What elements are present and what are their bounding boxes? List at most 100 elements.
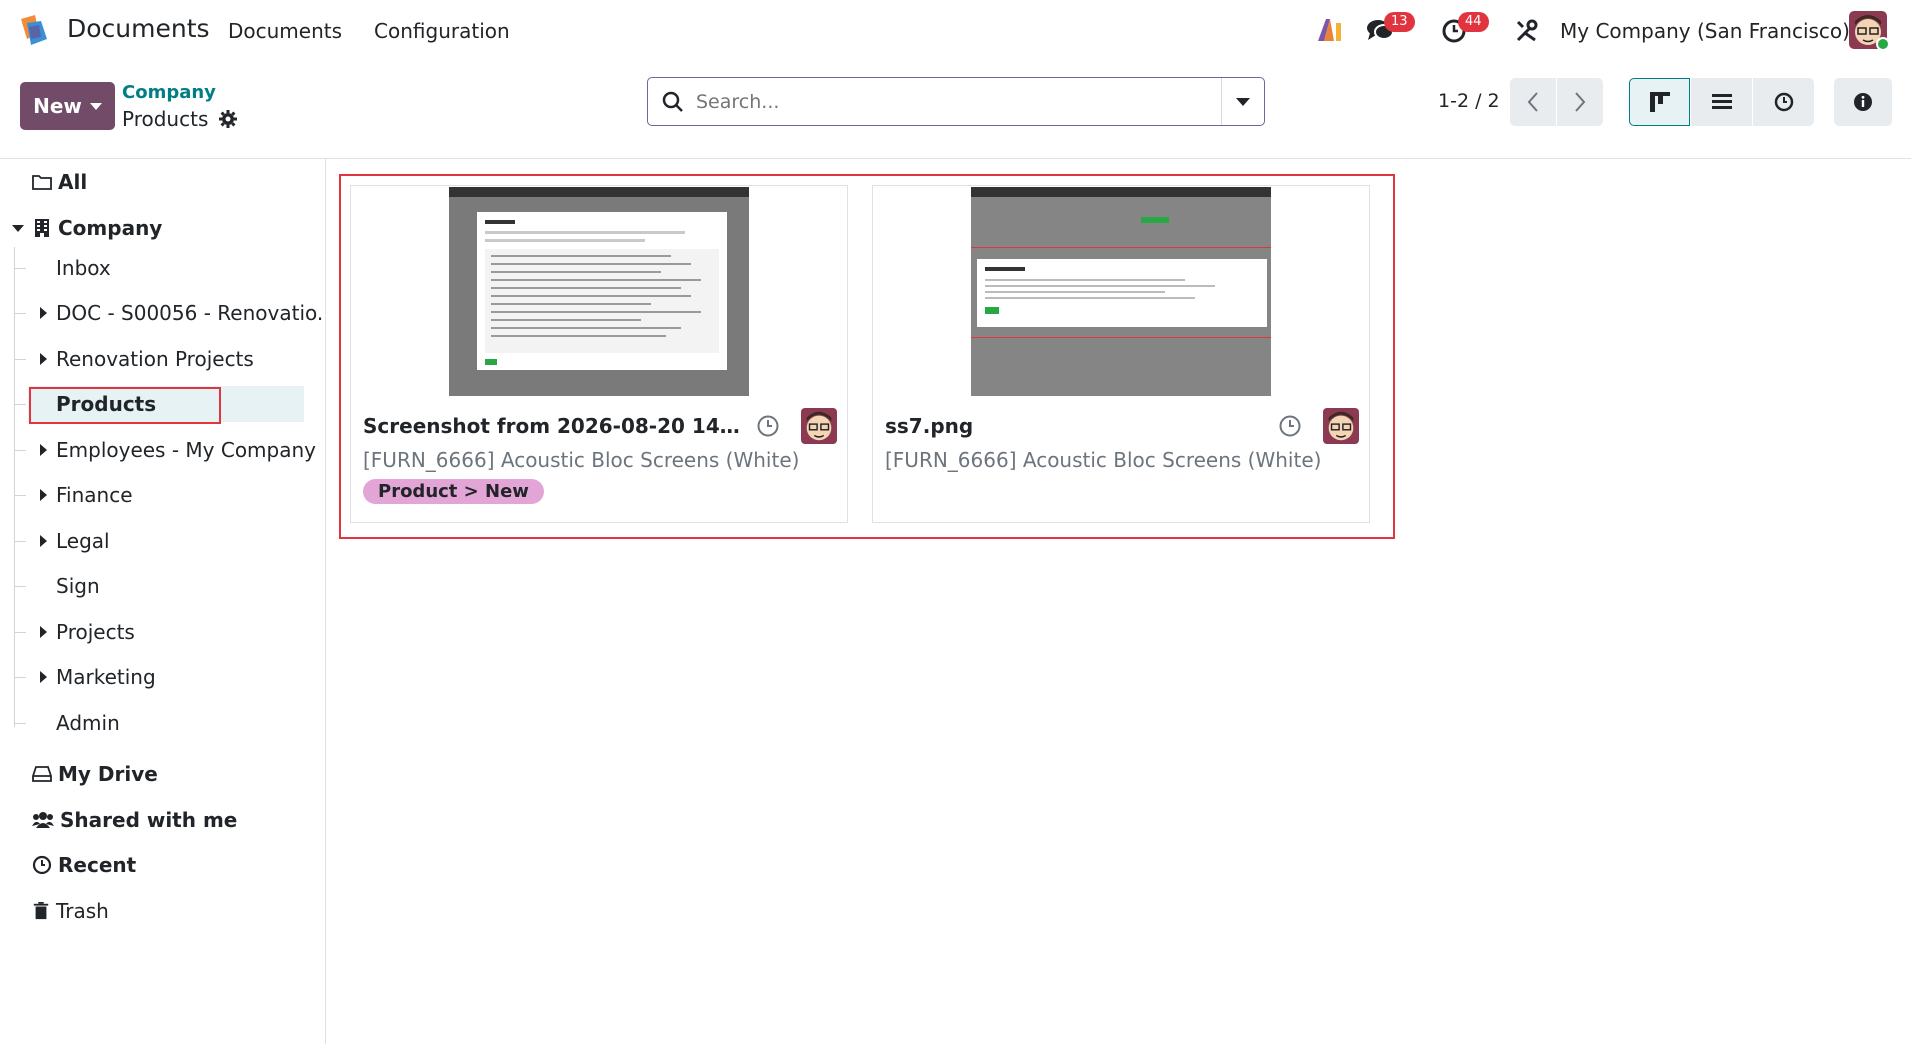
- messages-badge: 13: [1384, 12, 1415, 32]
- folder-company-label: Company: [58, 216, 163, 240]
- folder-label: Trash: [56, 899, 109, 923]
- document-tag[interactable]: Product > New: [363, 479, 544, 504]
- folder-renovation-projects[interactable]: Renovation Projects: [40, 347, 254, 371]
- tree-tick: [14, 723, 26, 724]
- folder-projects[interactable]: Projects: [40, 620, 135, 644]
- main-menu: Documents Configuration: [228, 19, 510, 43]
- caret-right-icon[interactable]: [40, 489, 47, 501]
- info-button[interactable]: [1834, 78, 1892, 126]
- folder-finance[interactable]: Finance: [40, 483, 133, 507]
- folder-my-drive[interactable]: My Drive: [32, 762, 158, 786]
- ai-icon[interactable]: [1316, 17, 1344, 43]
- kanban-icon: [1649, 92, 1670, 112]
- folder-icon: [32, 175, 52, 190]
- tree-tick: [14, 268, 26, 269]
- caret-down-icon: [1236, 97, 1250, 106]
- clock-icon: [1774, 92, 1793, 112]
- folder-company[interactable]: Company: [12, 216, 163, 240]
- chevron-down-icon: [89, 102, 102, 110]
- owner-avatar[interactable]: [801, 408, 837, 444]
- folder-label: Sign: [56, 574, 100, 598]
- caret-down-icon[interactable]: [12, 225, 24, 232]
- breadcrumb-parent[interactable]: Company: [122, 82, 216, 103]
- online-status-icon: [1876, 37, 1890, 51]
- chevron-right-icon: [1575, 92, 1586, 112]
- tree-tick: [14, 495, 26, 496]
- building-icon: [35, 219, 49, 237]
- folder-inbox[interactable]: Inbox: [56, 256, 111, 280]
- caret-right-icon[interactable]: [40, 671, 47, 683]
- search-icon: [662, 91, 683, 112]
- document-resource[interactable]: [FURN_6666] Acoustic Bloc Screens (White…: [363, 448, 799, 472]
- gear-icon[interactable]: [218, 109, 238, 129]
- pager-next-button[interactable]: [1557, 78, 1603, 126]
- folder-admin[interactable]: Admin: [56, 711, 120, 735]
- document-card[interactable]: ss7.png [FURN_6666] Acoustic Bloc Screen…: [872, 185, 1370, 523]
- company-switcher[interactable]: My Company (San Francisco): [1560, 19, 1850, 43]
- folder-all-label: All: [58, 170, 88, 194]
- tree-tick: [14, 359, 26, 360]
- caret-right-icon[interactable]: [40, 307, 47, 319]
- list-view-button[interactable]: [1691, 78, 1752, 126]
- caret-right-icon[interactable]: [40, 444, 47, 456]
- tools-icon[interactable]: [1515, 19, 1539, 43]
- activity-view-button[interactable]: [1753, 78, 1814, 126]
- folder-employees[interactable]: Employees - My Company: [40, 438, 316, 462]
- folder-marketing[interactable]: Marketing: [40, 665, 156, 689]
- activity-clock-icon[interactable]: [756, 414, 780, 438]
- folder-label: Recent: [58, 853, 137, 877]
- menu-documents[interactable]: Documents: [228, 19, 342, 43]
- search-input[interactable]: [696, 90, 1196, 113]
- search-options-toggle[interactable]: [1221, 78, 1264, 125]
- folder-label: My Drive: [58, 762, 158, 786]
- folder-legal[interactable]: Legal: [40, 529, 110, 553]
- page-title: Products: [122, 107, 209, 131]
- caret-right-icon[interactable]: [40, 626, 47, 638]
- menu-configuration[interactable]: Configuration: [374, 19, 510, 43]
- users-icon: [32, 812, 54, 828]
- new-button-label: New: [33, 94, 82, 118]
- caret-right-icon[interactable]: [40, 535, 47, 547]
- folder-label: Shared with me: [60, 808, 238, 832]
- owner-avatar[interactable]: [1323, 408, 1359, 444]
- document-resource[interactable]: [FURN_6666] Acoustic Bloc Screens (White…: [885, 448, 1321, 472]
- trash-icon: [33, 902, 49, 920]
- chevron-left-icon: [1527, 92, 1538, 112]
- folder-sign[interactable]: Sign: [56, 574, 100, 598]
- caret-right-icon[interactable]: [40, 353, 47, 365]
- tree-tick: [14, 677, 26, 678]
- kanban-view-button[interactable]: [1629, 78, 1690, 126]
- search-bar: [647, 77, 1265, 126]
- pager-value[interactable]: 1-2 / 2: [1438, 90, 1500, 112]
- activity-clock-icon[interactable]: [1278, 414, 1302, 438]
- tree-tick: [14, 586, 26, 587]
- selection-annotation-box: [29, 387, 221, 424]
- new-button[interactable]: New: [20, 82, 115, 130]
- tree-tick: [14, 313, 26, 314]
- tree-tick: [14, 404, 26, 405]
- document-name: ss7.png: [885, 414, 974, 438]
- folder-all[interactable]: All: [32, 170, 87, 194]
- document-thumbnail[interactable]: [449, 187, 749, 396]
- tree-tick: [14, 450, 26, 451]
- list-icon: [1711, 94, 1732, 109]
- folder-label: Legal: [56, 529, 110, 553]
- documents-app-logo[interactable]: [17, 13, 51, 47]
- activities-badge: 44: [1458, 12, 1489, 32]
- folder-label: DOC - S00056 - Renovatio.: [56, 301, 324, 325]
- breadcrumb-current: Products: [122, 107, 238, 131]
- tree-tick: [14, 541, 26, 542]
- folder-label: Employees - My Company: [56, 438, 316, 462]
- folder-shared[interactable]: Shared with me: [32, 808, 237, 832]
- folder-label: Projects: [56, 620, 135, 644]
- document-card[interactable]: Screenshot from 2026-08-20 14-11-... [FU…: [350, 185, 848, 523]
- top-navbar: Documents Documents Configuration 13 44 …: [0, 0, 1911, 60]
- tree-line: [14, 247, 15, 727]
- folder-recent[interactable]: Recent: [32, 853, 136, 877]
- app-title: Documents: [67, 14, 210, 43]
- document-thumbnail[interactable]: [971, 187, 1271, 396]
- folder-trash[interactable]: Trash: [32, 899, 109, 923]
- pager-previous-button[interactable]: [1510, 78, 1556, 126]
- folder-label: Inbox: [56, 256, 111, 280]
- folder-doc-s00056[interactable]: DOC - S00056 - Renovatio.: [40, 301, 324, 325]
